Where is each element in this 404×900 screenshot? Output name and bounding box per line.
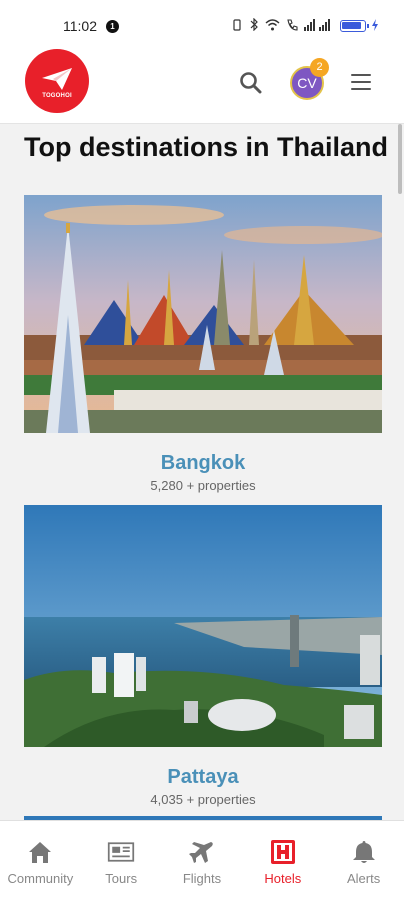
nav-label: Flights <box>182 871 222 886</box>
wifi-icon <box>265 18 280 34</box>
avatar-badge: 2 <box>310 58 329 77</box>
newspaper-icon <box>108 842 135 862</box>
destination-name: Bangkok <box>160 452 246 474</box>
destination-name: Pattaya <box>167 766 239 788</box>
destination-card-bangkok[interactable]: Bangkok 5,280 + properties <box>24 195 382 493</box>
bluetooth-icon <box>249 17 259 34</box>
nav-hotels[interactable]: Hotels <box>242 821 323 900</box>
nav-tours[interactable]: Tours <box>81 821 162 900</box>
nav-label: Community <box>7 871 74 886</box>
call-icon <box>286 18 298 34</box>
nav-label: Alerts <box>346 871 381 886</box>
destination-property-count: 5,280 + properties <box>150 478 256 493</box>
vibrate-icon <box>231 18 243 34</box>
hamburger-menu-button[interactable] <box>351 74 371 90</box>
airplane-icon <box>188 842 213 863</box>
status-time: 11:02 <box>63 18 97 34</box>
charging-icon <box>372 18 378 34</box>
bottom-navigation: Community Tours Flights Hotels Alerts <box>0 820 404 900</box>
bell-icon <box>352 841 375 863</box>
hotel-icon <box>270 840 295 864</box>
app-logo[interactable]: TOGOHOI <box>25 49 89 113</box>
nav-label: Tours <box>105 871 138 886</box>
app-screen: 11:02 1 TOGOHOI CV 2 Top destinations in… <box>0 0 404 900</box>
menu-line-icon <box>351 88 371 90</box>
page-title: Top destinations in Thailand <box>24 132 388 162</box>
nav-label: Hotels <box>264 871 302 886</box>
destination-card-pattaya[interactable]: Pattaya 4,035 + properties <box>24 505 382 807</box>
nav-community[interactable]: Community <box>0 821 81 900</box>
main-content[interactable]: Top destinations in Thailand Bangkok 5,2… <box>0 124 404 820</box>
nav-alerts[interactable]: Alerts <box>323 821 404 900</box>
app-header: TOGOHOI CV 2 <box>0 44 404 124</box>
nav-flights[interactable]: Flights <box>162 821 243 900</box>
destination-image-pattaya <box>24 505 382 752</box>
search-icon <box>240 72 262 94</box>
scrollbar[interactable] <box>398 124 402 194</box>
status-bar: 11:02 1 <box>0 0 404 44</box>
battery-icon <box>340 20 369 32</box>
destination-image-bangkok <box>24 195 382 438</box>
notification-count-badge: 1 <box>106 20 119 33</box>
home-icon <box>29 842 52 863</box>
paper-plane-icon <box>42 67 72 90</box>
logo-text: TOGOHOI <box>42 92 72 99</box>
destination-property-count: 4,035 + properties <box>150 792 256 807</box>
signal-icon <box>304 18 334 34</box>
menu-line-icon <box>351 74 371 76</box>
menu-line-icon <box>351 81 371 83</box>
search-button[interactable] <box>238 70 264 96</box>
status-icons <box>231 17 378 34</box>
